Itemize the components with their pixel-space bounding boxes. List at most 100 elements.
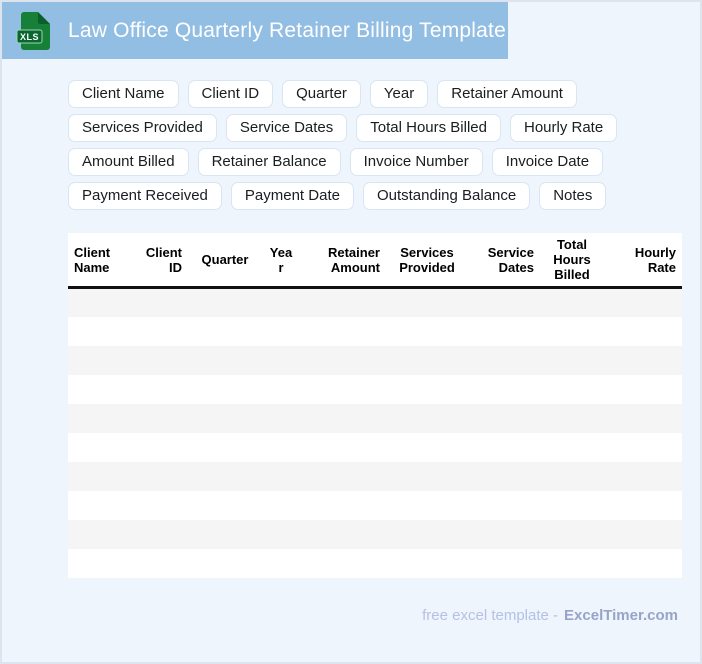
column-header-total-hours-billed: Total Hours Billed: [540, 233, 604, 289]
table-cell: [136, 375, 188, 404]
table-cell: [136, 433, 188, 462]
table-cell: [68, 433, 136, 462]
table-cell: [604, 462, 682, 491]
xls-file-icon: XLS: [16, 11, 50, 50]
chip-total-hours-billed[interactable]: Total Hours Billed: [356, 114, 501, 142]
table-cell: [68, 520, 136, 549]
field-chips: Client Name Client ID Quarter Year Retainer …: [68, 80, 696, 210]
chip-client-id[interactable]: Client ID: [187, 80, 274, 108]
table-cell: [468, 404, 540, 433]
table-cell: [300, 462, 386, 491]
table-cell: [604, 375, 682, 404]
table-cell: [68, 404, 136, 433]
table-cell: [188, 491, 262, 520]
table-cell: [300, 520, 386, 549]
table-cell: [540, 404, 604, 433]
table-cell: [468, 520, 540, 549]
table-cell: [188, 520, 262, 549]
column-header-service-dates: Service Dates: [468, 233, 540, 289]
chip-notes[interactable]: Notes: [539, 182, 607, 210]
table-row: [68, 287, 682, 317]
table-cell: [262, 491, 300, 520]
table-cell: [468, 288, 540, 317]
table-cell: [468, 317, 540, 346]
chip-outstanding-balance[interactable]: Outstanding Balance: [362, 182, 531, 210]
column-header-services-provided: Services Provided: [386, 233, 468, 289]
table-row: [68, 374, 682, 404]
table-cell: [188, 549, 262, 578]
table-cell: [68, 288, 136, 317]
table-cell: [540, 433, 604, 462]
table-cell: [68, 549, 136, 578]
brand-link[interactable]: ExcelTimer.com: [564, 607, 678, 624]
table-cell: [68, 462, 136, 491]
chip-invoice-date[interactable]: Invoice Date: [491, 148, 604, 176]
column-header-quarter: Quarter: [188, 233, 262, 289]
table-cell: [68, 375, 136, 404]
chip-invoice-number[interactable]: Invoice Number: [349, 148, 483, 176]
table-cell: [468, 346, 540, 375]
table-cell: [262, 462, 300, 491]
chip-payment-received[interactable]: Payment Received: [68, 182, 222, 210]
table-row: [68, 345, 682, 375]
table-cell: [262, 549, 300, 578]
table-cell: [604, 433, 682, 462]
table-cell: [386, 462, 468, 491]
table-cell: [604, 520, 682, 549]
table-cell: [468, 462, 540, 491]
table-cell: [262, 433, 300, 462]
table-cell: [136, 404, 188, 433]
table-cell: [300, 288, 386, 317]
chip-services-provided[interactable]: Services Provided: [68, 114, 217, 142]
table-cell: [540, 549, 604, 578]
table-cell: [136, 288, 188, 317]
table-cell: [604, 404, 682, 433]
table-cell: [188, 433, 262, 462]
table-cell: [300, 433, 386, 462]
chip-retainer-amount[interactable]: Retainer Amount: [437, 80, 577, 108]
table-cell: [262, 375, 300, 404]
table-header: Client Name Client ID Quarter Year Retainer …: [68, 233, 682, 289]
column-header-client-name: Client Name: [68, 233, 136, 289]
chip-service-dates[interactable]: Service Dates: [225, 114, 348, 142]
table-cell: [188, 404, 262, 433]
chip-amount-billed[interactable]: Amount Billed: [68, 148, 189, 176]
table-cell: [540, 375, 604, 404]
table-cell: [540, 462, 604, 491]
table-cell: [136, 346, 188, 375]
chip-retainer-balance[interactable]: Retainer Balance: [197, 148, 341, 176]
table-cell: [540, 346, 604, 375]
chip-payment-date[interactable]: Payment Date: [230, 182, 354, 210]
table-cell: [540, 317, 604, 346]
column-header-client-id: Client ID: [136, 233, 188, 289]
table-cell: [386, 404, 468, 433]
title-bar: XLS Law Office Quarterly Retainer Billin…: [2, 2, 508, 59]
table-cell: [300, 346, 386, 375]
table-cell: [540, 491, 604, 520]
table-cell: [386, 375, 468, 404]
page-title: Law Office Quarterly Retainer Billing Te…: [68, 18, 506, 42]
chip-hourly-rate[interactable]: Hourly Rate: [509, 114, 618, 142]
chip-year[interactable]: Year: [369, 80, 429, 108]
table-body: [68, 287, 682, 578]
table-cell: [386, 317, 468, 346]
table-cell: [188, 375, 262, 404]
table-cell: [136, 462, 188, 491]
table-cell: [188, 317, 262, 346]
table-cell: [136, 491, 188, 520]
chip-quarter[interactable]: Quarter: [282, 80, 361, 108]
table-row: [68, 432, 682, 462]
table-cell: [136, 317, 188, 346]
table-cell: [386, 288, 468, 317]
chip-client-name[interactable]: Client Name: [68, 80, 179, 108]
table-cell: [136, 549, 188, 578]
table-cell: [604, 491, 682, 520]
table-cell: [604, 288, 682, 317]
table-cell: [386, 346, 468, 375]
footer: free excel template - ExcelTimer.com: [422, 607, 678, 624]
table-cell: [136, 520, 188, 549]
xls-icon-label: XLS: [20, 32, 39, 42]
table-row: [68, 461, 682, 491]
table-cell: [262, 404, 300, 433]
table-cell: [300, 317, 386, 346]
